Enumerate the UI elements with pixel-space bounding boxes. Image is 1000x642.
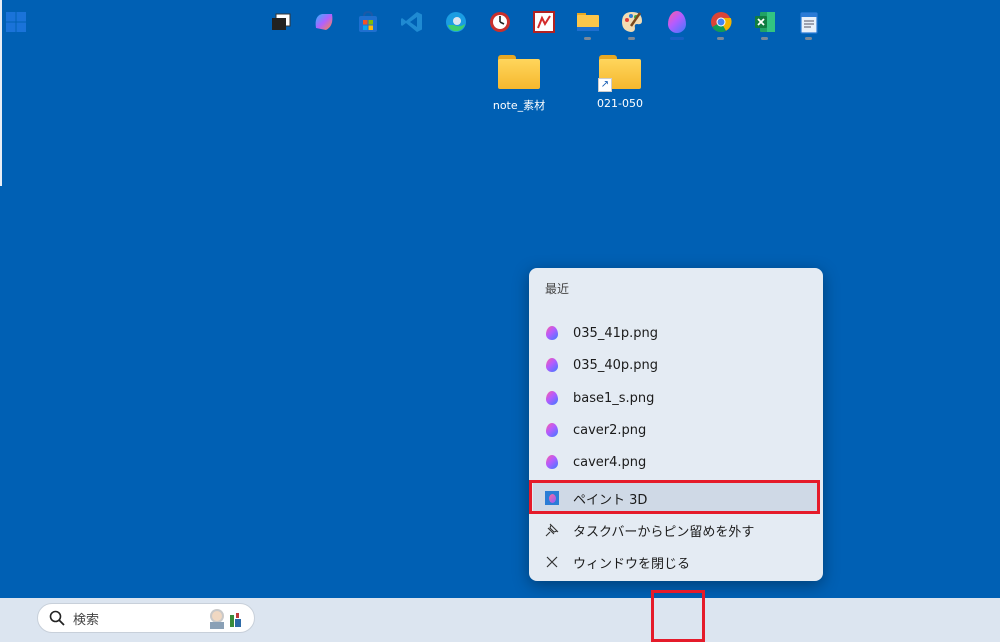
start-button[interactable]: [0, 6, 32, 38]
close-window-item[interactable]: ウィンドウを閉じる: [533, 547, 819, 577]
running-indicator: [761, 37, 768, 40]
paint3d-file-icon: [545, 358, 559, 372]
task-view-icon: [272, 13, 291, 30]
paint3d-file-icon: [545, 391, 559, 405]
running-indicator: [628, 37, 635, 40]
chrome-icon: [711, 12, 732, 33]
recent-file-label: caver4.png: [573, 454, 647, 470]
shortcut-arrow-icon: ↗: [598, 78, 612, 92]
taskbar-paint[interactable]: [616, 6, 648, 40]
desktop-folder-note[interactable]: note_素材: [479, 55, 559, 113]
notepad-icon: [800, 12, 818, 34]
recent-file-item[interactable]: caver4.png: [533, 447, 819, 477]
taskbar-chrome[interactable]: [705, 6, 737, 40]
taskbar-file-explorer[interactable]: [572, 6, 604, 40]
taskbar-paint-3d[interactable]: [661, 6, 693, 40]
screen-capture-icon: [490, 12, 510, 32]
close-icon: [545, 555, 559, 569]
recent-file-item[interactable]: caver2.png: [533, 415, 819, 445]
recent-file-label: 035_40p.png: [573, 357, 658, 373]
running-indicator: [717, 37, 724, 40]
recent-file-item[interactable]: base1_s.png: [533, 383, 819, 413]
store-bag-icon: [359, 11, 377, 32]
jump-list-menu: 最近 035_41p.png 035_40p.png base1_s.png c…: [529, 268, 823, 581]
search-icon: [49, 610, 65, 626]
folder-icon: [577, 13, 599, 31]
taskbar-task-view[interactable]: [265, 6, 297, 38]
highlight-box-paint3d: [529, 480, 820, 514]
taskbar-notepad[interactable]: [793, 6, 825, 40]
folder-icon: ↗: [598, 55, 641, 92]
paint-palette-icon: [622, 12, 642, 32]
highlight-box-taskbar-paint3d: [651, 590, 705, 642]
windows-logo-icon: [6, 12, 26, 32]
unpin-label: タスクバーからピン留めを外す: [573, 524, 755, 540]
search-placeholder: 検索: [73, 612, 100, 628]
taskbar-vscode[interactable]: [396, 6, 428, 38]
desktop-folder-shortcut[interactable]: ↗ 021-050: [580, 55, 660, 110]
copilot-icon: [315, 14, 333, 30]
unpin-item[interactable]: タスクバーからピン留めを外す: [533, 515, 819, 545]
vscode-icon: [401, 12, 422, 32]
pdf-app-icon: [533, 11, 555, 33]
taskbar-pdf-app[interactable]: [528, 6, 560, 38]
folder-icon: [498, 55, 540, 89]
paint3d-file-icon: [545, 423, 559, 437]
unpin-icon: [545, 523, 559, 537]
edge-icon: [446, 12, 466, 32]
running-indicator: [805, 37, 812, 40]
taskbar-copilot[interactable]: [308, 6, 340, 38]
taskbar-microsoft-store[interactable]: [352, 6, 384, 38]
taskbar-edge[interactable]: [440, 6, 472, 38]
paint3d-file-icon: [545, 455, 559, 469]
jump-list-section-header: 最近: [545, 282, 570, 296]
recent-file-label: caver2.png: [573, 422, 647, 438]
desktop-folder-label: note_素材: [492, 99, 546, 112]
recent-file-label: base1_s.png: [573, 390, 655, 406]
recent-file-item[interactable]: 035_40p.png: [533, 350, 819, 380]
running-indicator: [584, 37, 591, 40]
paint3d-app-icon: [668, 11, 686, 33]
taskbar-excel[interactable]: [749, 6, 781, 40]
paint3d-file-icon: [545, 326, 559, 340]
desktop-folder-label: 021-050: [597, 97, 643, 110]
recent-file-label: 035_41p.png: [573, 325, 658, 341]
taskbar-screen-capture[interactable]: [484, 6, 516, 38]
close-window-label: ウィンドウを閉じる: [573, 556, 691, 572]
recent-file-item[interactable]: 035_41p.png: [533, 318, 819, 348]
search-highlight-icon: [206, 607, 246, 629]
active-indicator: [670, 37, 684, 40]
excel-icon: [755, 12, 775, 32]
taskbar-search[interactable]: 検索: [37, 603, 255, 633]
